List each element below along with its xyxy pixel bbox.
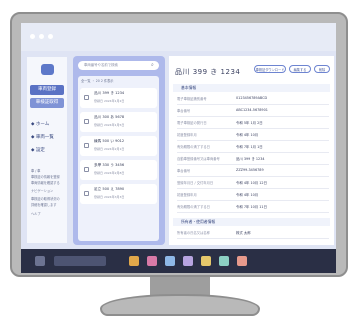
help-link[interactable]: ヘルプ [31, 212, 65, 217]
monitor-screen: 車両登録 車検証取得 ◆ ホーム ◆ 車両一覧 ◆ 設定 車 / 車 車検証の情… [21, 23, 336, 249]
detail-row: 初度登録年月 令和 4年 10月 [177, 130, 329, 141]
taskbar-app-icon[interactable] [219, 256, 229, 266]
register-vehicle-button[interactable]: 車両登録 [30, 85, 64, 95]
sidebar: 車両登録 車検証取得 ◆ ホーム ◆ 車両一覧 ◆ 設定 車 / 車 車検証の情… [27, 57, 67, 243]
checkbox[interactable] [84, 167, 89, 172]
window-control-dot[interactable] [39, 34, 44, 39]
fetch-certificate-button[interactable]: 車検証取得 [30, 98, 64, 108]
sidebar-note: 車検証の情報を登録 [31, 175, 60, 179]
taskbar-app-icon[interactable] [183, 256, 193, 266]
detail-row: 車台番号 ZZZ99-3456789 [177, 166, 329, 177]
vehicle-list-item[interactable]: 品川 399 き 1234 登録日 2024年1月2日 [80, 88, 157, 108]
detail-row: 車台番号 ABC1234-5678901 [177, 106, 329, 117]
car-logo-icon [41, 64, 54, 75]
search-icon[interactable]: ⌕ [151, 62, 154, 68]
detail-row: 電子車検証識別番号 0123456789ABCD [177, 94, 329, 105]
download-certificate-button[interactable]: 車検証ダウンロード [254, 65, 286, 73]
sidebar-note: 車 / 車 [31, 169, 41, 173]
detail-row: 自動車登録番号又は車両番号 品川 399 き 1234 [177, 154, 329, 165]
section-owner-info[interactable]: 所有者・使用者情報 [173, 218, 330, 226]
sidebar-note: ナビゲーション [31, 189, 54, 193]
list-header: 全一覧 ・ 20 2 件表示 [81, 79, 114, 83]
taskbar-app-icon[interactable] [147, 256, 157, 266]
sidebar-note: 詳細を確認します [31, 203, 57, 207]
nav-item-vehicles[interactable]: ◆ 車両一覧 [31, 134, 54, 140]
taskbar-app-icon[interactable] [165, 256, 175, 266]
section-basic-info[interactable]: 基本情報 [173, 84, 330, 92]
search-input[interactable]: 車両番号や名前で検索 [78, 61, 159, 70]
nav-item-settings[interactable]: ◆ 設定 [31, 147, 45, 153]
window-control-dot[interactable] [30, 34, 35, 39]
monitor-stand-base [100, 294, 260, 316]
taskbar-search[interactable] [54, 256, 106, 266]
detail-row: 初度登録年月 令和 4年 10月 [177, 190, 329, 201]
checkbox[interactable] [84, 95, 89, 100]
detail-row: 有効期限の満了する日 令和 7年 1月 1日 [177, 142, 329, 153]
checkbox[interactable] [84, 191, 89, 196]
nav-item-home[interactable]: ◆ ホーム [31, 121, 49, 127]
taskbar-app-icon[interactable] [237, 256, 247, 266]
taskbar-app-icon[interactable] [129, 256, 139, 266]
window-control-dot[interactable] [48, 34, 53, 39]
vehicle-list-item[interactable]: 品川 300 あ 5678 登録日 2024年1月5日 [80, 112, 157, 132]
taskbar-app-icon[interactable] [201, 256, 211, 266]
sidebar-note: 車両情報を確認する [31, 181, 60, 185]
window-titlebar [21, 23, 336, 51]
vehicle-list-item[interactable]: 多摩 330 う 3456 登録日 2024年2月8日 [80, 160, 157, 180]
detail-row: 所有者の氏名又は名称 株式 太郎 [177, 228, 329, 239]
sidebar-note: 車検証の取得状況の [31, 197, 60, 201]
delete-button[interactable]: 削除 [314, 65, 330, 73]
vehicle-list-item[interactable]: 練馬 500 い 9012 登録日 2024年2月1日 [80, 136, 157, 156]
detail-title: 品川 399 き 1234 [175, 68, 241, 76]
vehicle-detail-panel: 品川 399 き 1234 車検証ダウンロード 編集する 削除 基本情報 電子車… [169, 56, 334, 245]
detail-row: 電子車検証の発行日 令和 5年 1月 2日 [177, 118, 329, 129]
vehicle-list-panel: 車両番号や名前で検索 ⌕ 全一覧 ・ 20 2 件表示 品川 399 き 123… [73, 56, 165, 245]
checkbox[interactable] [84, 119, 89, 124]
detail-row: 有効期限の満了する日 令和 7年 10月 11日 [177, 202, 329, 213]
taskbar [21, 249, 336, 273]
detail-row: 登録年月日 / 交付年月日 令和 4年 10月 12日 [177, 178, 329, 189]
vehicle-list-item[interactable]: 足立 500 え 7890 登録日 2024年3月3日 [80, 184, 157, 204]
taskbar-app-icon[interactable] [35, 256, 45, 266]
edit-button[interactable]: 編集する [289, 65, 311, 73]
checkbox[interactable] [84, 143, 89, 148]
